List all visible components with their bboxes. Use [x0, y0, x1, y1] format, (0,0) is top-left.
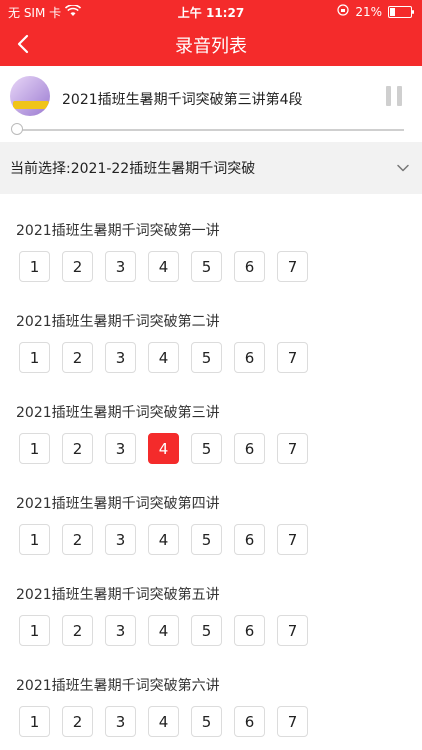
- part-buttons: 1234567: [19, 706, 308, 737]
- course-selector[interactable]: 当前选择:2021-22插班生暑期千词突破: [0, 142, 422, 194]
- progress-track[interactable]: [18, 129, 404, 131]
- lecture-section: 2021插班生暑期千词突破第一讲 1 2 3 4 5 6 7: [0, 194, 422, 285]
- pause-icon[interactable]: [386, 86, 402, 106]
- part-button[interactable]: 2: [62, 524, 93, 555]
- part-button[interactable]: 6: [234, 524, 265, 555]
- part-button[interactable]: 4: [148, 342, 179, 373]
- part-button[interactable]: 2: [62, 251, 93, 282]
- track-cover-avatar: [10, 76, 50, 116]
- part-button[interactable]: 3: [105, 433, 136, 464]
- page-title: 录音列表: [175, 36, 247, 57]
- part-button[interactable]: 3: [105, 251, 136, 282]
- part-buttons: 1234567: [19, 342, 308, 373]
- part-button[interactable]: 7: [277, 524, 308, 555]
- part-button[interactable]: 6: [234, 706, 265, 737]
- part-button[interactable]: 5: [191, 433, 222, 464]
- lecture-section: 2021插班生暑期千词突破第六讲 1 2 3 4 5 6 7: [0, 649, 422, 740]
- part-button[interactable]: 7: [277, 706, 308, 737]
- part-button[interactable]: 4: [148, 706, 179, 737]
- lecture-title: 2021插班生暑期千词突破第六讲: [16, 678, 220, 694]
- status-right: 21%: [337, 4, 414, 19]
- part-button[interactable]: 1: [19, 706, 50, 737]
- part-buttons: 1234567: [19, 524, 308, 555]
- part-button[interactable]: 5: [191, 615, 222, 646]
- part-button[interactable]: 4: [148, 433, 179, 464]
- lecture-list: 2021插班生暑期千词突破第一讲 1 2 3 4 5 6 7 2021插班生暑期千词突破第二讲 1…: [0, 194, 422, 740]
- part-button[interactable]: 7: [277, 342, 308, 373]
- lecture-title: 2021插班生暑期千词突破第三讲: [16, 405, 220, 421]
- part-button[interactable]: 1: [19, 433, 50, 464]
- progress-thumb[interactable]: [11, 123, 23, 135]
- part-button[interactable]: 2: [62, 433, 93, 464]
- part-button[interactable]: 7: [277, 251, 308, 282]
- lecture-section: 2021插班生暑期千词突破第二讲 1 2 3 4 5 6 7: [0, 285, 422, 376]
- part-buttons: 1234567: [19, 433, 308, 464]
- lecture-title: 2021插班生暑期千词突破第一讲: [16, 223, 220, 239]
- part-button[interactable]: 5: [191, 706, 222, 737]
- status-bar: 无 SIM 卡 上午 11:27 21%: [0, 0, 422, 22]
- part-button[interactable]: 4: [148, 615, 179, 646]
- lecture-title: 2021插班生暑期千词突破第五讲: [16, 587, 220, 603]
- battery-icon: [388, 5, 414, 18]
- part-button[interactable]: 3: [105, 524, 136, 555]
- chevron-down-icon: [396, 160, 410, 174]
- part-button[interactable]: 7: [277, 615, 308, 646]
- lecture-section: 2021插班生暑期千词突破第四讲 1 2 3 4 5 6 7: [0, 467, 422, 558]
- current-track-title: 2021插班生暑期千词突破第三讲第4段: [62, 92, 303, 108]
- part-button[interactable]: 6: [234, 342, 265, 373]
- part-button[interactable]: 1: [19, 524, 50, 555]
- part-button[interactable]: 4: [148, 524, 179, 555]
- part-buttons: 1234567: [19, 615, 308, 646]
- part-button[interactable]: 5: [191, 524, 222, 555]
- part-button[interactable]: 6: [234, 433, 265, 464]
- navigation-bar: 录音列表: [0, 22, 422, 66]
- part-button[interactable]: 3: [105, 706, 136, 737]
- part-button[interactable]: 6: [234, 615, 265, 646]
- audio-player: 2021插班生暑期千词突破第三讲第4段: [0, 66, 422, 142]
- part-button[interactable]: 1: [19, 251, 50, 282]
- lecture-title: 2021插班生暑期千词突破第四讲: [16, 496, 220, 512]
- lecture-section: 2021插班生暑期千词突破第三讲 1 2 3 4 5 6 7: [0, 376, 422, 467]
- part-button[interactable]: 5: [191, 251, 222, 282]
- selector-label: 当前选择:2021-22插班生暑期千词突破: [10, 161, 256, 177]
- lecture-title: 2021插班生暑期千词突破第二讲: [16, 314, 220, 330]
- part-button[interactable]: 4: [148, 251, 179, 282]
- lecture-section: 2021插班生暑期千词突破第五讲 1 2 3 4 5 6 7: [0, 558, 422, 649]
- battery-percent: 21%: [355, 4, 382, 19]
- part-buttons: 1234567: [19, 251, 308, 282]
- part-button[interactable]: 5: [191, 342, 222, 373]
- rotation-lock-icon: [337, 4, 349, 19]
- part-button[interactable]: 2: [62, 615, 93, 646]
- part-button[interactable]: 7: [277, 433, 308, 464]
- part-button[interactable]: 1: [19, 342, 50, 373]
- part-button[interactable]: 2: [62, 706, 93, 737]
- part-button[interactable]: 1: [19, 615, 50, 646]
- part-button[interactable]: 3: [105, 342, 136, 373]
- part-button[interactable]: 6: [234, 251, 265, 282]
- part-button[interactable]: 2: [62, 342, 93, 373]
- part-button[interactable]: 3: [105, 615, 136, 646]
